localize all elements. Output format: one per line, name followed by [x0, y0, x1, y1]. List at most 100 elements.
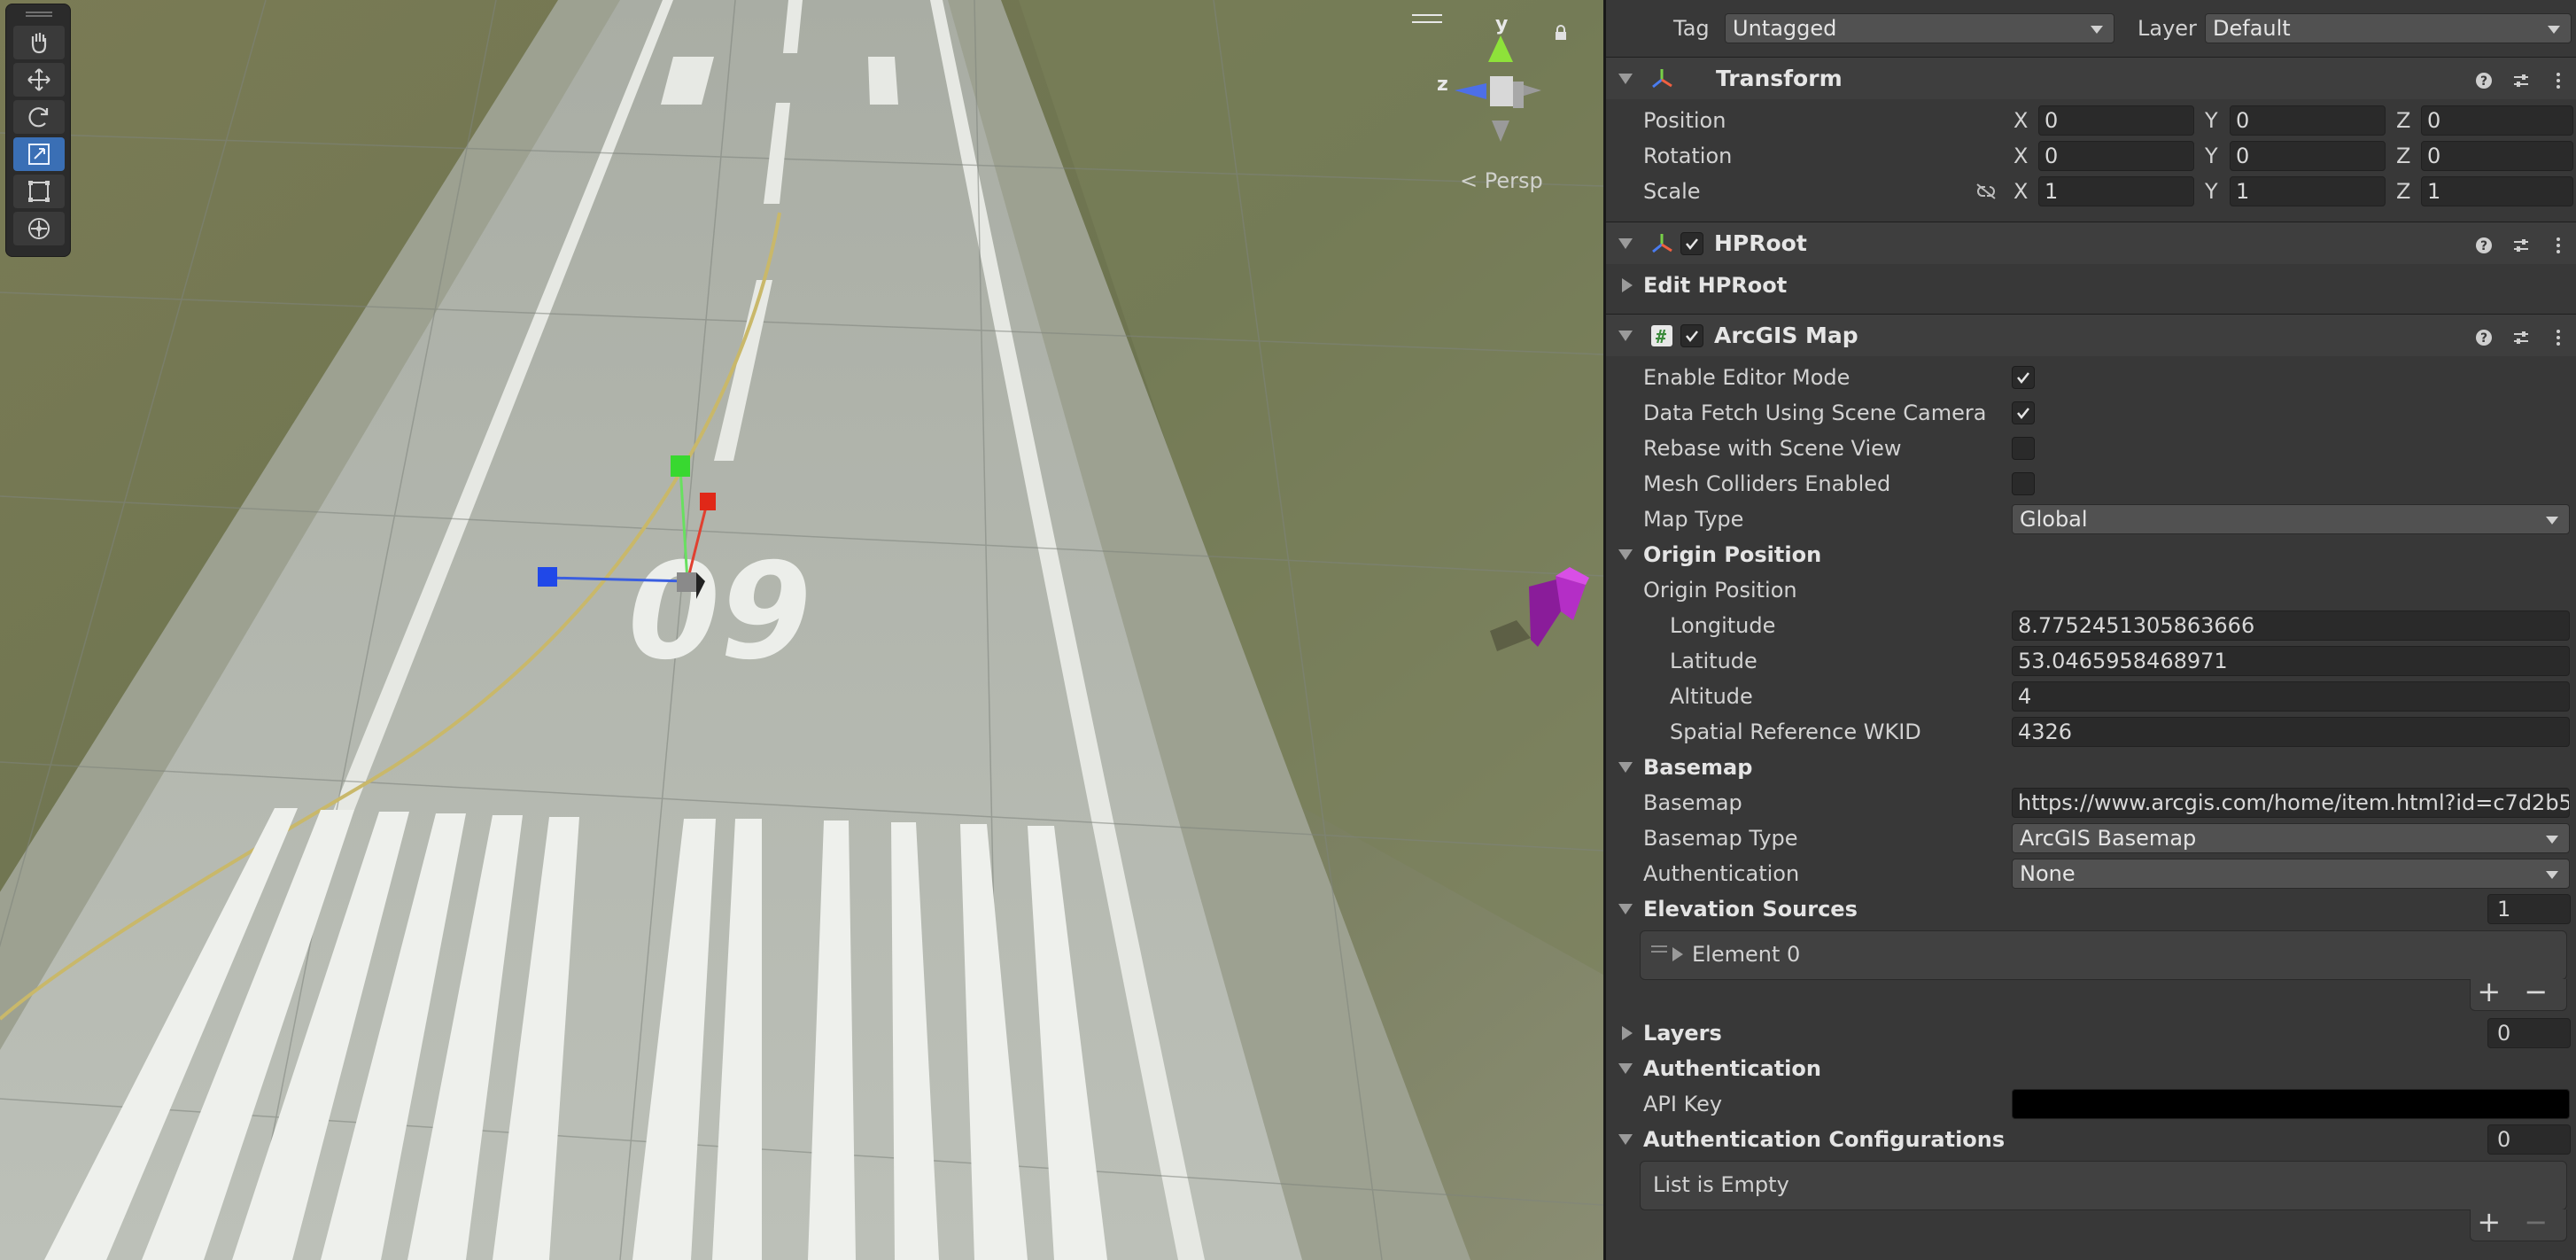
longitude-field[interactable]: 8.7752451305863666 [2012, 611, 2570, 641]
runway-number-text: 09 [614, 534, 826, 689]
origin-position-section[interactable]: Origin Position [1606, 537, 2576, 572]
auth-configs-list: List is Empty [1640, 1161, 2567, 1210]
basemap-section[interactable]: Basemap [1606, 750, 2576, 785]
elevation-sources-list: Element 0 [1640, 930, 2567, 980]
remove-config-button[interactable]: − [2524, 1205, 2548, 1239]
z-axis-label: Z [2396, 179, 2411, 204]
wkid-row: Spatial Reference WKID 4326 [1606, 714, 2576, 750]
latitude-field[interactable]: 53.0465958468971 [2012, 646, 2570, 676]
enable-editor-mode-checkbox[interactable] [2012, 366, 2035, 389]
x-axis-label: X [2013, 179, 2029, 204]
rotate-tool-button[interactable] [13, 100, 65, 134]
rotation-x-field[interactable]: 0 [2038, 141, 2194, 171]
y-axis-label: Y [2205, 144, 2218, 168]
scale-y-field[interactable]: 1 [2230, 176, 2386, 206]
foldout-arrow-icon[interactable] [1618, 237, 1633, 249]
foldout-arrow-icon[interactable] [1672, 947, 1683, 961]
position-y-field[interactable]: 0 [2230, 105, 2386, 136]
elevation-list-buttons: + − [2477, 975, 2548, 1008]
scene-view[interactable]: 09 y z < Persp [0, 0, 1603, 1260]
remove-element-button[interactable]: − [2524, 975, 2548, 1008]
toolbar-grip[interactable] [26, 12, 52, 17]
foldout-arrow-icon[interactable] [1618, 1063, 1633, 1074]
chevron-down-icon [2546, 871, 2558, 879]
presets-icon[interactable] [2512, 70, 2530, 88]
component-header-icons: ? [2475, 327, 2567, 346]
foldout-arrow-icon[interactable] [1618, 549, 1633, 560]
help-icon[interactable]: ? [2475, 70, 2493, 89]
foldout-arrow-icon[interactable] [1622, 1026, 1633, 1040]
presets-icon[interactable] [2512, 327, 2530, 345]
y-axis-label: Y [2205, 179, 2218, 204]
layers-section[interactable]: Layers 0 [1606, 1015, 2576, 1051]
scale-x-field[interactable]: 1 [2038, 176, 2194, 206]
kebab-menu-icon[interactable] [2549, 327, 2567, 346]
arcgis-map-title: ArcGIS Map [1714, 323, 1858, 348]
altitude-field[interactable]: 4 [2012, 681, 2570, 712]
foldout-arrow-icon[interactable] [1618, 330, 1633, 341]
basemap-label: Basemap [1643, 790, 1742, 815]
elevation-sources-count[interactable]: 1 [2487, 894, 2571, 924]
position-x-field[interactable]: 0 [2038, 105, 2194, 136]
basemap-type-dropdown[interactable]: ArcGIS Basemap [2012, 823, 2570, 853]
authentication-dropdown[interactable]: None [2012, 859, 2570, 889]
hproot-enabled-checkbox[interactable] [1680, 231, 1703, 255]
hand-tool-button[interactable] [13, 26, 65, 59]
foldout-arrow-icon[interactable] [1618, 904, 1633, 914]
auth-configs-section[interactable]: Authentication Configurations 0 [1606, 1122, 2576, 1157]
data-fetch-checkbox[interactable] [2012, 401, 2035, 424]
rect-tool-button[interactable] [13, 175, 65, 208]
layer-dropdown[interactable]: Default [2205, 13, 2572, 43]
transform-tool-button[interactable] [13, 212, 65, 245]
rotation-y-field[interactable]: 0 [2230, 141, 2386, 171]
altitude-row: Altitude 4 [1606, 679, 2576, 714]
projection-label[interactable]: < Persp [1460, 168, 1543, 193]
auth-configs-heading: Authentication Configurations [1643, 1127, 2006, 1152]
tag-layer-row: Tag Untagged Layer Default [1606, 11, 2576, 46]
basemap-url-field[interactable]: https://www.arcgis.com/home/item.html?id… [2012, 788, 2570, 818]
arcgis-map-enabled-checkbox[interactable] [1680, 323, 1703, 347]
position-z-field[interactable]: 0 [2421, 105, 2573, 136]
api-key-field[interactable] [2012, 1089, 2570, 1119]
scale-tool-button[interactable] [13, 137, 65, 171]
constrain-proportions-icon[interactable] [1975, 183, 1998, 200]
kebab-menu-icon[interactable] [2549, 70, 2567, 89]
foldout-arrow-icon[interactable] [1618, 762, 1633, 773]
mesh-colliders-checkbox[interactable] [2012, 472, 2035, 495]
help-icon[interactable]: ? [2475, 327, 2493, 346]
transform-header[interactable]: Transform ? [1606, 57, 2576, 99]
authentication-section[interactable]: Authentication [1606, 1051, 2576, 1086]
kebab-menu-icon[interactable] [2549, 235, 2567, 253]
auth-configs-count[interactable]: 0 [2487, 1124, 2571, 1155]
list-empty-label: List is Empty [1653, 1172, 1789, 1197]
element-0-label[interactable]: Element 0 [1692, 942, 1800, 967]
orientation-gizmo[interactable]: y z [1408, 9, 1586, 195]
tag-dropdown[interactable]: Untagged [1725, 13, 2114, 43]
origin-position-heading: Origin Position [1643, 542, 1822, 567]
foldout-arrow-icon[interactable] [1618, 1134, 1633, 1145]
authentication-type-row: Authentication None [1606, 856, 2576, 891]
chevron-down-icon [2546, 517, 2558, 525]
inspector-panel: Tag Untagged Layer Default Transform ? P… [1603, 0, 2576, 1260]
position-label: Position [1643, 108, 1726, 133]
rebase-checkbox[interactable] [2012, 437, 2035, 460]
rotation-z-field[interactable]: 0 [2421, 141, 2573, 171]
help-icon[interactable]: ? [2475, 235, 2493, 253]
foldout-arrow-icon[interactable] [1618, 73, 1633, 84]
map-type-dropdown[interactable]: Global [2012, 504, 2570, 534]
arcgis-map-header[interactable]: # ArcGIS Map ? [1606, 314, 2576, 356]
add-config-button[interactable]: + [2477, 1205, 2501, 1239]
layers-count[interactable]: 0 [2487, 1018, 2571, 1048]
add-element-button[interactable]: + [2477, 975, 2501, 1008]
presets-icon[interactable] [2512, 235, 2530, 253]
auth-configs-list-buttons: + − [2477, 1205, 2548, 1239]
hproot-header[interactable]: HPRoot ? [1606, 222, 2576, 264]
layer-label: Layer [2138, 16, 2197, 41]
drag-handle-icon[interactable] [1651, 945, 1667, 953]
foldout-arrow-icon[interactable] [1622, 278, 1633, 292]
edit-hproot-row[interactable]: Edit HPRoot [1606, 268, 2576, 303]
scale-z-field[interactable]: 1 [2421, 176, 2573, 206]
move-tool-button[interactable] [13, 63, 65, 97]
elevation-sources-section[interactable]: Elevation Sources 1 [1606, 891, 2576, 927]
wkid-field[interactable]: 4326 [2012, 717, 2570, 747]
